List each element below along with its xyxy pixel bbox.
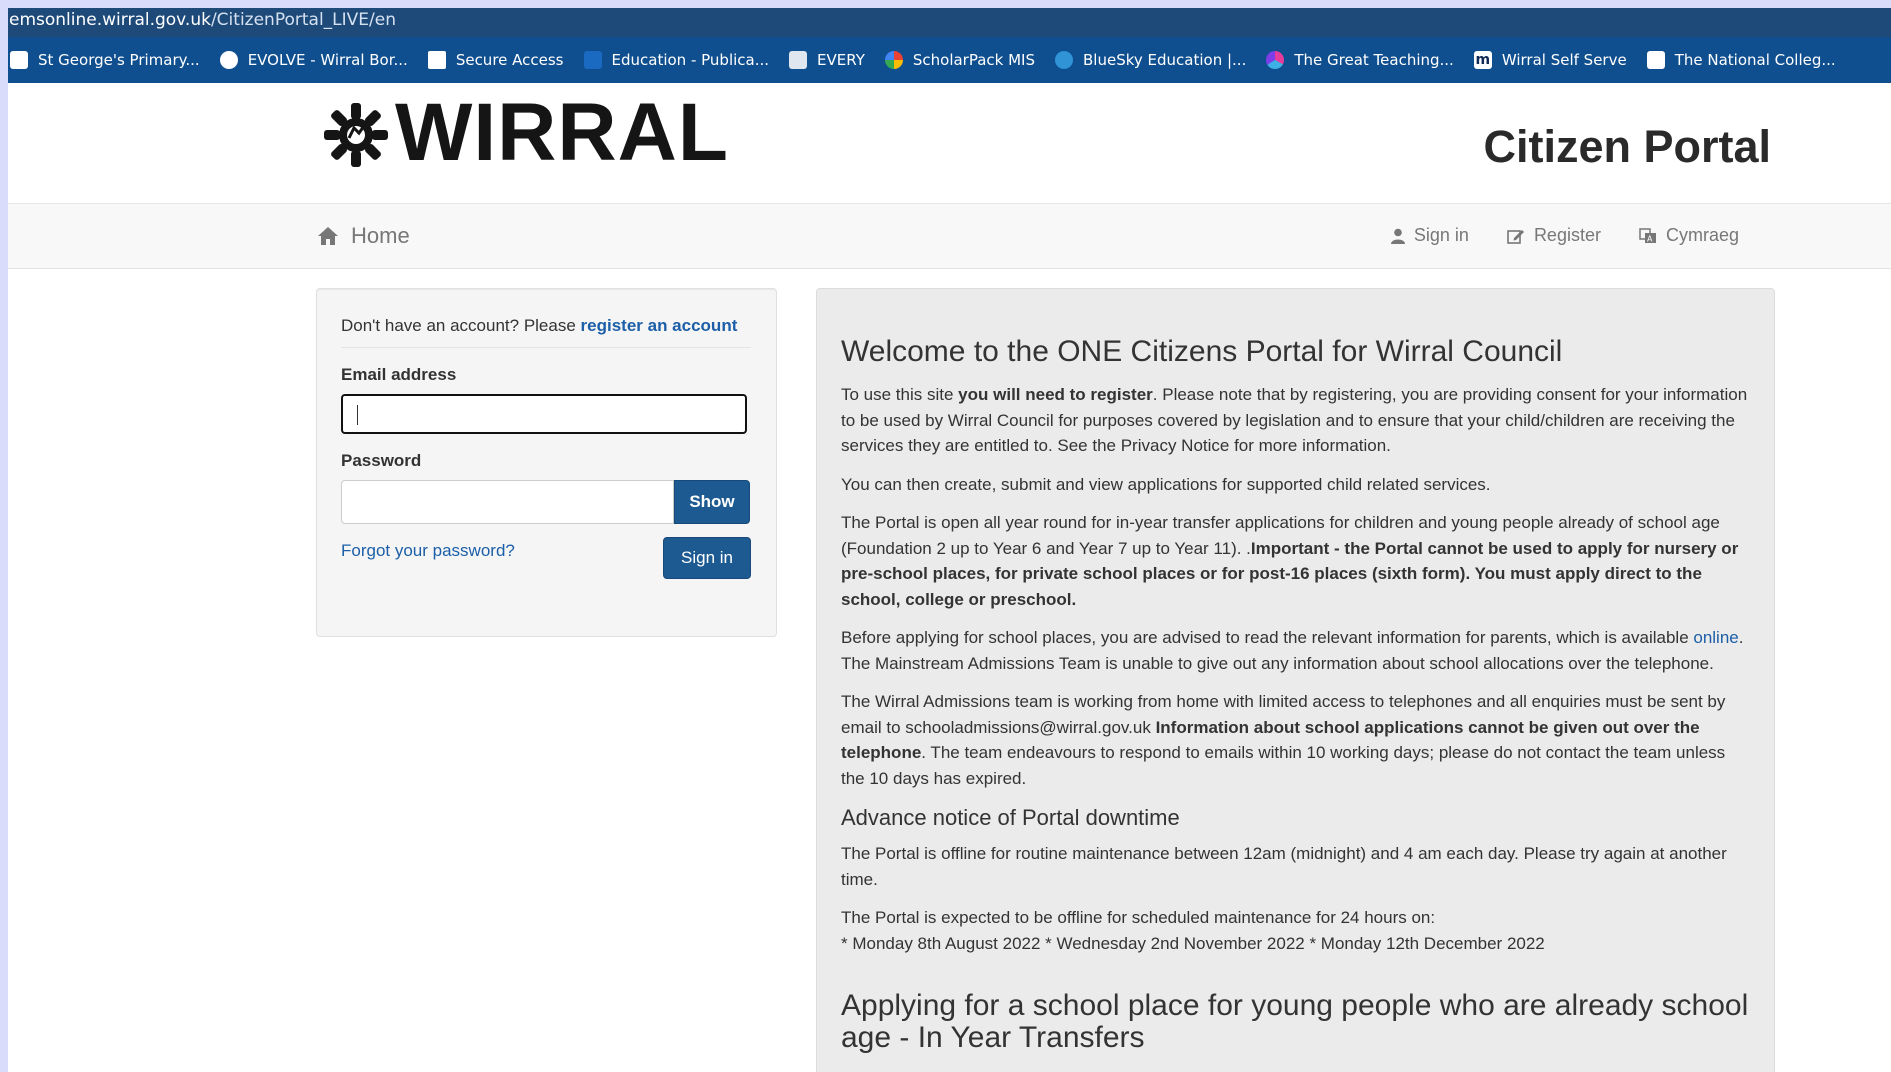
nav-home-label: Home [351,223,410,248]
bookmark-label: Secure Access [455,51,564,69]
info-paragraph-before-applying: Before applying for school places, you a… [841,625,1751,676]
nav-sign-in-label: Sign in [1413,225,1469,245]
wirral-logo[interactable]: WIRRAL [321,87,729,178]
page-title: Citizen Portal [1483,121,1771,172]
register-prompt-text: Don't have an account? Please [341,316,581,335]
bookmark-label: St George's Primary... [38,51,200,69]
nav-home[interactable]: Home [317,223,410,249]
text-caret [357,405,358,425]
document-icon [789,51,808,69]
text: . The team endeavours to respond to emai… [841,743,1726,788]
college-icon [1646,51,1665,69]
education-icon [583,51,602,69]
welcome-heading: Welcome to the ONE Citizens Portal for W… [841,335,1563,368]
browser-window: emsonline.wirral.gov.uk/CitizenPortal_LI… [8,8,1891,1072]
text: To use this site [841,385,959,404]
user-icon [1390,228,1405,244]
nav-sign-in[interactable]: Sign in [1390,225,1469,246]
bookmark-label: Wirral Self Serve [1501,51,1627,69]
forgot-password-link[interactable]: Forgot your password? [341,541,515,561]
cloud-icon [1055,51,1074,69]
nav-right: Sign in Register A Cymraeg [1353,225,1739,246]
login-actions: Forgot your password? Sign in [341,537,751,579]
bookmark-label: BlueSky Education |... [1083,51,1247,69]
nav-cymraeg[interactable]: A Cymraeg [1639,225,1739,246]
wirral-emblem-icon [324,103,388,167]
info-paragraph-admissions-team: The Wirral Admissions team is working fr… [841,689,1751,791]
url-path: /CitizenPortal_LIVE/en [210,10,396,30]
bookmark-education[interactable]: Education - Publica... [583,51,770,69]
password-label: Password [341,451,422,470]
globe-icon [219,51,238,69]
info-paragraph-services: You can then create, submit and view app… [841,474,1491,494]
bookmark-wirral-self-serve[interactable]: m Wirral Self Serve [1473,51,1627,69]
scholarpack-icon [884,51,903,69]
url-domain: emsonline.wirral.gov.uk [9,10,211,30]
password-row: Show [341,480,751,524]
info-paragraph-scheduled-maintenance: The Portal is expected to be offline for… [841,905,1751,956]
bookmark-every[interactable]: EVERY [789,51,865,69]
maintenance-dates: * Monday 8th August 2022 * Wednesday 2nd… [841,933,1545,953]
bookmark-scholarpack[interactable]: ScholarPack MIS [884,51,1036,69]
bookmark-label: The Great Teaching... [1294,51,1454,69]
bookmark-label: EVOLVE - Wirral Bor... [247,51,408,69]
svg-text:A: A [1647,234,1653,243]
bookmark-st-georges[interactable]: St George's Primary... [10,51,200,69]
email-input[interactable] [341,394,747,434]
sign-in-button[interactable]: Sign in [663,537,751,579]
bookmark-label: The National Colleg... [1674,51,1836,69]
bookmark-secure-access[interactable]: Secure Access [427,51,564,69]
password-input[interactable] [341,480,674,524]
text: The Portal is expected to be offline for… [841,908,1436,927]
text: Before applying for school places, you a… [841,628,1694,647]
bookmark-label: Education - Publica... [611,51,770,69]
email-label: Email address [341,365,457,384]
nav-cymraeg-label: Cymraeg [1665,225,1739,245]
logo-text: WIRRAL [395,87,729,178]
nav-register-label: Register [1533,225,1601,245]
in-year-transfers-heading: Applying for a school place for young pe… [841,989,1749,1054]
nav-register[interactable]: Register [1507,225,1601,246]
show-password-button[interactable]: Show [674,480,750,524]
login-panel: Don't have an account? Please register a… [316,288,777,637]
bookmark-bluesky[interactable]: BlueSky Education |... [1055,51,1246,69]
online-info-link[interactable]: online [1693,628,1738,647]
bookmark-evolve[interactable]: EVOLVE - Wirral Bor... [219,51,408,69]
flower-icon [1266,51,1285,69]
emphasis-text: you will need to register [958,385,1153,404]
info-paragraph-portal-open: The Portal is open all year round for in… [841,510,1751,612]
bookmark-great-teaching[interactable]: The Great Teaching... [1266,51,1454,69]
info-panel: Welcome to the ONE Citizens Portal for W… [816,288,1775,1072]
address-bar[interactable]: emsonline.wirral.gov.uk/CitizenPortal_LI… [8,8,1891,37]
language-icon: A [1639,227,1656,243]
home-icon [318,227,338,245]
register-prompt: Don't have an account? Please register a… [341,313,751,348]
downtime-heading: Advance notice of Portal downtime [841,805,1180,830]
main-nav: Home Sign in Register A Cymraeg [8,203,1891,269]
crown-icon [427,51,446,69]
bookmark-label: EVERY [817,51,865,69]
site-header: WIRRAL Citizen Portal [8,83,1891,203]
info-paragraph-routine-maintenance: The Portal is offline for routine mainte… [841,844,1727,889]
edit-icon [1507,229,1524,244]
bookmarks-bar: St George's Primary... EVOLVE - Wirral B… [8,37,1891,83]
m-icon: m [1473,51,1492,69]
register-account-link[interactable]: register an account [581,316,738,335]
school-icon [10,51,28,69]
bookmark-label: ScholarPack MIS [912,51,1036,69]
info-paragraph-register: To use this site you will need to regist… [841,382,1751,459]
bookmark-national-college[interactable]: The National Colleg... [1646,51,1836,69]
